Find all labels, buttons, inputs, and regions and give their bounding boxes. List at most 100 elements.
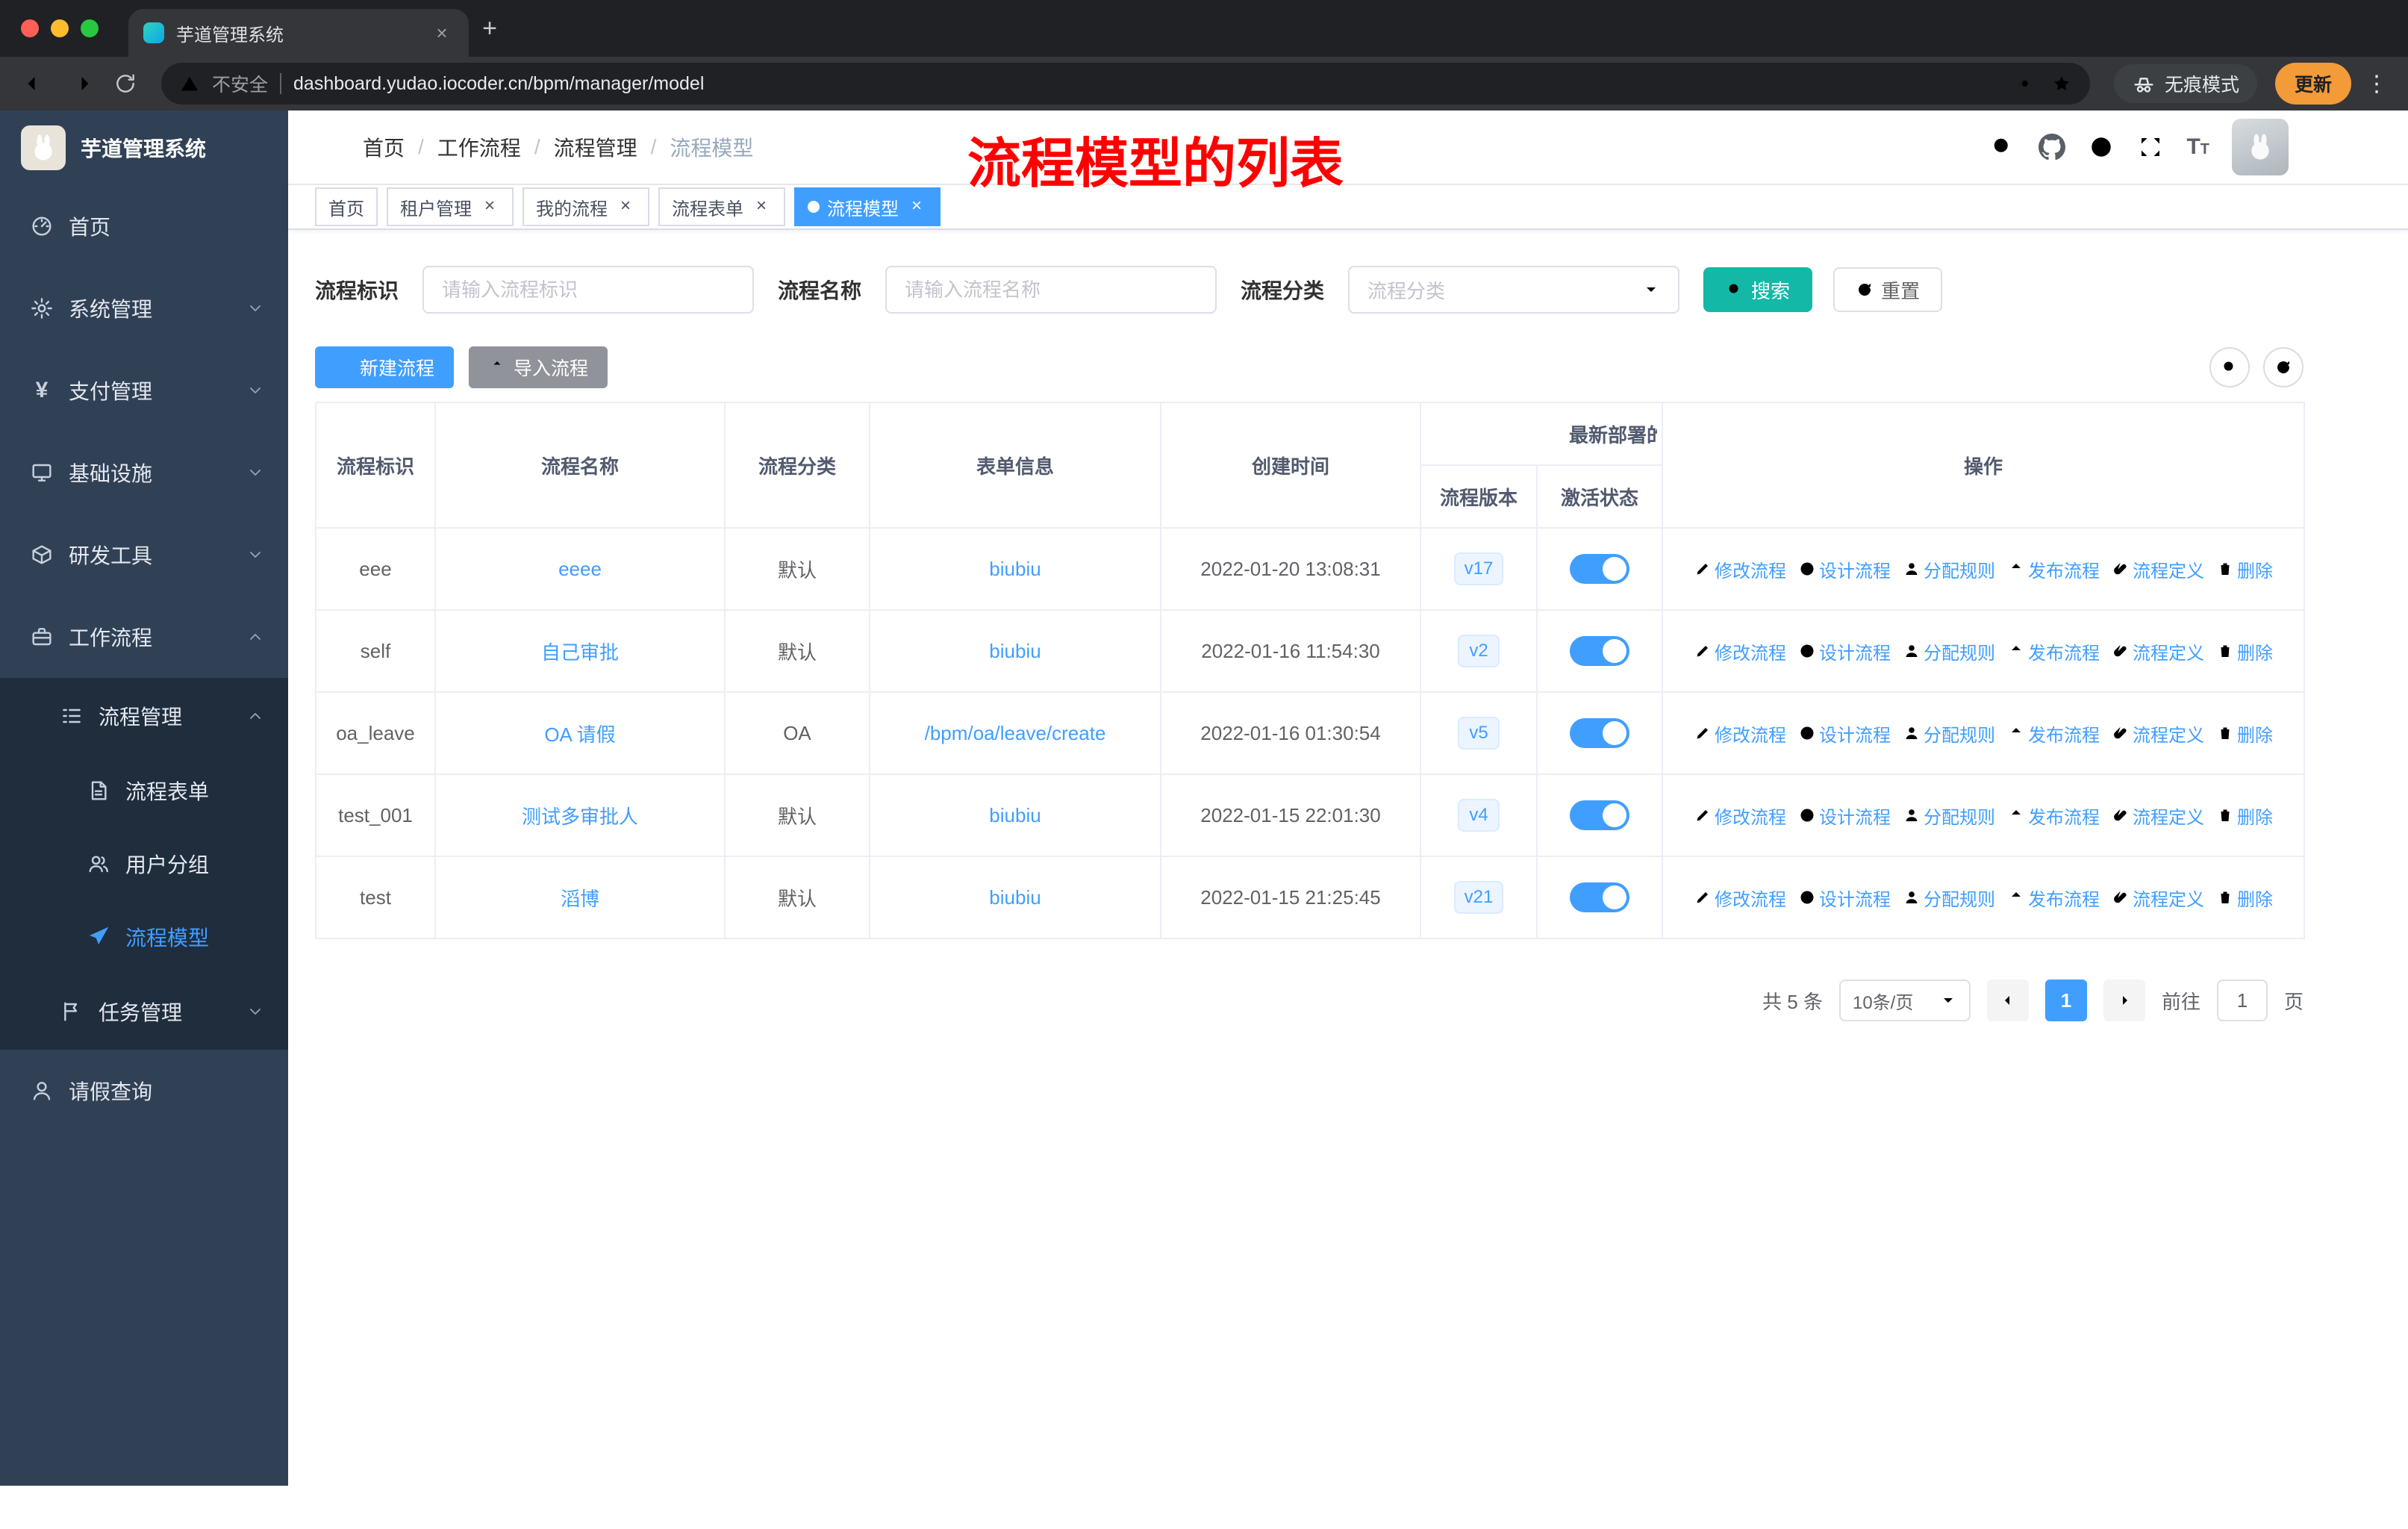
new-tab-button[interactable]: + bbox=[469, 7, 511, 49]
publish-process-link[interactable]: 发布流程 bbox=[2007, 638, 2100, 664]
tag-home[interactable]: 首页 bbox=[315, 187, 378, 226]
process-definition-link[interactable]: 流程定义 bbox=[2112, 556, 2204, 582]
window-minimize-button[interactable] bbox=[51, 19, 69, 37]
delete-link[interactable]: 删除 bbox=[2216, 803, 2273, 829]
reset-button[interactable]: 重置 bbox=[1833, 267, 1943, 312]
tag-close-icon[interactable]: × bbox=[615, 196, 636, 217]
current-page-button[interactable]: 1 bbox=[2044, 980, 2087, 1021]
user-avatar[interactable] bbox=[2232, 119, 2289, 175]
edit-process-link[interactable]: 修改流程 bbox=[1694, 638, 1786, 664]
form-info-link[interactable]: biubiu bbox=[989, 886, 1041, 909]
design-process-link[interactable]: 设计流程 bbox=[1798, 638, 1891, 664]
next-page-button[interactable] bbox=[2103, 980, 2145, 1021]
sidebar-item-task-management[interactable]: 任务管理 bbox=[0, 974, 288, 1050]
reload-button[interactable] bbox=[105, 63, 146, 105]
app-logo[interactable]: 芋道管理系统 bbox=[0, 110, 288, 185]
tag-my-process[interactable]: 我的流程 × bbox=[523, 187, 649, 226]
edit-process-link[interactable]: 修改流程 bbox=[1694, 720, 1786, 747]
browser-tab[interactable]: 芋道管理系统 × bbox=[128, 9, 469, 57]
tag-process-form[interactable]: 流程表单 × bbox=[658, 187, 785, 226]
publish-process-link[interactable]: 发布流程 bbox=[2007, 556, 2100, 582]
hamburger-icon[interactable] bbox=[312, 132, 342, 162]
process-definition-link[interactable]: 流程定义 bbox=[2112, 803, 2204, 829]
browser-menu-icon[interactable]: ⋮ bbox=[2360, 71, 2393, 97]
key-icon[interactable] bbox=[2018, 73, 2039, 94]
tag-close-icon[interactable]: × bbox=[751, 196, 772, 217]
tag-close-icon[interactable]: × bbox=[479, 196, 500, 217]
process-name-link[interactable]: 自己审批 bbox=[541, 641, 619, 664]
active-toggle[interactable] bbox=[1570, 636, 1629, 666]
sidebar-item-leave-query[interactable]: 请假查询 bbox=[0, 1050, 288, 1132]
design-process-link[interactable]: 设计流程 bbox=[1798, 803, 1891, 829]
sidebar-item-workflow[interactable]: 工作流程 bbox=[0, 596, 288, 678]
sidebar-item-system[interactable]: 系统管理 bbox=[0, 267, 288, 349]
forward-button[interactable] bbox=[60, 63, 102, 105]
design-process-link[interactable]: 设计流程 bbox=[1798, 885, 1891, 911]
form-info-link[interactable]: /bpm/oa/leave/create bbox=[925, 722, 1106, 744]
process-name-link[interactable]: OA 请假 bbox=[544, 723, 615, 746]
assign-rule-link[interactable]: 分配规则 bbox=[1903, 556, 1995, 582]
address-bar[interactable]: 不安全 dashboard.yudao.iocoder.cn/bpm/manag… bbox=[161, 63, 2090, 105]
help-icon[interactable] bbox=[2088, 134, 2115, 161]
process-name-link[interactable]: eeee bbox=[558, 558, 602, 580]
active-toggle[interactable] bbox=[1570, 800, 1629, 830]
assign-rule-link[interactable]: 分配规则 bbox=[1903, 885, 1995, 911]
sidebar-item-devtools[interactable]: 研发工具 bbox=[0, 514, 288, 596]
delete-link[interactable]: 删除 bbox=[2216, 720, 2273, 747]
process-name-link[interactable]: 测试多审批人 bbox=[522, 806, 638, 828]
process-id-input[interactable] bbox=[422, 266, 755, 314]
process-name-link[interactable]: 滔博 bbox=[561, 888, 599, 910]
form-info-link[interactable]: biubiu bbox=[989, 804, 1041, 826]
process-definition-link[interactable]: 流程定义 bbox=[2112, 720, 2204, 747]
window-close-button[interactable] bbox=[21, 19, 39, 37]
process-name-input[interactable] bbox=[885, 266, 1217, 314]
bookmark-star-icon[interactable] bbox=[2051, 73, 2072, 94]
window-zoom-button[interactable] bbox=[81, 19, 99, 37]
font-size-icon[interactable]: TT bbox=[2186, 134, 2209, 160]
delete-link[interactable]: 删除 bbox=[2216, 885, 2273, 911]
breadcrumb-item[interactable]: 流程管理 bbox=[554, 132, 637, 162]
edit-process-link[interactable]: 修改流程 bbox=[1694, 803, 1786, 829]
back-button[interactable] bbox=[15, 63, 57, 105]
process-definition-link[interactable]: 流程定义 bbox=[2112, 638, 2204, 664]
goto-page-input[interactable] bbox=[2216, 980, 2268, 1021]
sidebar-item-process-management[interactable]: 流程管理 bbox=[0, 678, 288, 754]
form-info-link[interactable]: biubiu bbox=[989, 640, 1041, 662]
active-toggle[interactable] bbox=[1570, 718, 1629, 748]
delete-link[interactable]: 删除 bbox=[2216, 556, 2273, 582]
form-info-link[interactable]: biubiu bbox=[989, 558, 1041, 580]
assign-rule-link[interactable]: 分配规则 bbox=[1903, 638, 1995, 664]
tag-tenant[interactable]: 租户管理 × bbox=[387, 187, 514, 226]
tag-close-icon[interactable]: × bbox=[906, 196, 927, 217]
process-category-select[interactable]: 流程分类 bbox=[1348, 266, 1680, 314]
prev-page-button[interactable] bbox=[1986, 980, 2029, 1021]
publish-process-link[interactable]: 发布流程 bbox=[2007, 720, 2100, 747]
page-size-select[interactable]: 10条/页 bbox=[1838, 980, 1971, 1021]
fullscreen-icon[interactable] bbox=[2137, 134, 2164, 161]
tag-process-model-active[interactable]: 流程模型 × bbox=[794, 187, 941, 226]
active-toggle[interactable] bbox=[1570, 882, 1629, 912]
update-button[interactable]: 更新 bbox=[2274, 63, 2351, 105]
import-process-button[interactable]: 导入流程 bbox=[469, 346, 608, 388]
tab-close-icon[interactable]: × bbox=[430, 22, 454, 45]
refresh-table-button[interactable] bbox=[2263, 347, 2303, 387]
sidebar-item-payment[interactable]: ¥ 支付管理 bbox=[0, 349, 288, 432]
publish-process-link[interactable]: 发布流程 bbox=[2007, 885, 2100, 911]
breadcrumb-item[interactable]: 首页 bbox=[363, 132, 405, 162]
edit-process-link[interactable]: 修改流程 bbox=[1694, 885, 1786, 911]
sidebar-item-infrastructure[interactable]: 基础设施 bbox=[0, 432, 288, 514]
process-definition-link[interactable]: 流程定义 bbox=[2112, 885, 2204, 911]
breadcrumb-item[interactable]: 工作流程 bbox=[437, 132, 521, 162]
sidebar-item-user-group[interactable]: 用户分组 bbox=[0, 827, 288, 900]
sidebar-item-process-model[interactable]: 流程模型 bbox=[0, 900, 288, 974]
assign-rule-link[interactable]: 分配规则 bbox=[1903, 720, 1995, 747]
active-toggle[interactable] bbox=[1570, 554, 1629, 584]
github-icon[interactable] bbox=[2039, 134, 2065, 161]
search-button[interactable]: 搜索 bbox=[1703, 267, 1813, 312]
create-process-button[interactable]: 新建流程 bbox=[315, 346, 455, 388]
sidebar-item-process-form[interactable]: 流程表单 bbox=[0, 754, 288, 827]
design-process-link[interactable]: 设计流程 bbox=[1798, 556, 1891, 582]
sidebar-item-home[interactable]: 首页 bbox=[0, 185, 288, 267]
toggle-search-button[interactable] bbox=[2209, 347, 2250, 387]
assign-rule-link[interactable]: 分配规则 bbox=[1903, 803, 1995, 829]
